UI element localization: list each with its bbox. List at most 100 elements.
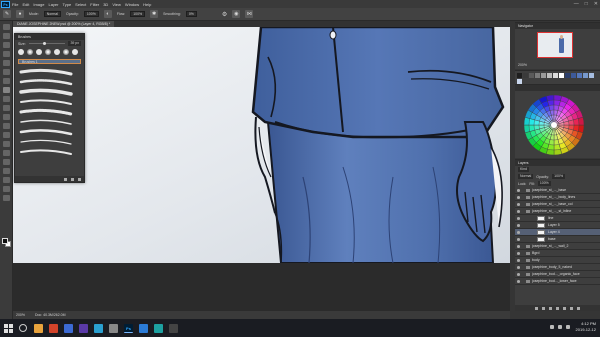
gear-icon[interactable]: ⚙ [222, 11, 227, 18]
brush-preset-hard-round[interactable] [18, 49, 24, 55]
layer-group-row[interactable]: josephine_bod..._organic_face [515, 271, 600, 278]
brush-preset-soft-round[interactable] [27, 49, 33, 55]
color-swatch[interactable] [535, 73, 540, 78]
menu-3d[interactable]: 3D [103, 2, 108, 7]
gradient-tool-icon[interactable] [3, 123, 10, 129]
visibility-eye-icon[interactable] [517, 224, 520, 227]
navigator-panel-title[interactable]: Navigator [515, 23, 600, 29]
menu-file[interactable]: File [12, 2, 18, 7]
menu-filter[interactable]: Filter [90, 2, 99, 7]
visibility-eye-icon[interactable] [517, 196, 520, 199]
link-layers-icon[interactable] [535, 306, 538, 310]
menu-help[interactable]: Help [143, 2, 151, 7]
layer-group-row[interactable]: Bgrd [515, 250, 600, 257]
blur-tool-icon[interactable] [3, 132, 10, 138]
stamp-tool-icon[interactable] [3, 96, 10, 102]
visibility-eye-icon[interactable] [517, 238, 520, 241]
layer-opacity-field[interactable]: 100% [552, 174, 566, 179]
color-swatch[interactable] [589, 73, 594, 78]
menu-window[interactable]: Window [125, 2, 139, 7]
new-group-icon[interactable] [64, 177, 67, 181]
menu-layer[interactable]: Layer [48, 2, 58, 7]
color-swatch[interactable] [583, 73, 588, 78]
eraser-tool-icon[interactable] [3, 114, 10, 120]
color-wheel-center[interactable] [551, 122, 557, 128]
color-swatch[interactable] [577, 73, 582, 78]
brush-preset-soft-round[interactable] [45, 49, 51, 55]
symmetry-icon[interactable]: ⋈ [245, 10, 254, 18]
layer-row[interactable]: line [515, 215, 600, 222]
layer-group-row[interactable]: josephine_st_..._st_inline [515, 208, 600, 215]
move-tool-icon[interactable] [3, 24, 10, 30]
file-explorer-icon[interactable] [34, 323, 43, 333]
menu-type[interactable]: Type [63, 2, 72, 7]
document-canvas[interactable] [13, 27, 510, 263]
hand-tool-icon[interactable] [3, 186, 10, 192]
layer-row[interactable]: Layer 4 [515, 229, 600, 236]
history-brush-tool-icon[interactable] [3, 105, 10, 111]
layer-style-icon[interactable] [542, 306, 545, 310]
photoshop-taskbar-icon[interactable]: Ps [124, 323, 133, 333]
menu-view[interactable]: View [112, 2, 121, 7]
brush-tool-icon[interactable] [3, 87, 10, 93]
color-swatch[interactable] [529, 73, 534, 78]
color-swatch[interactable] [559, 73, 564, 78]
layer-group-row[interactable]: josephine_body_5_naked [515, 264, 600, 271]
zoom-readout[interactable]: 200% [16, 313, 25, 317]
smoothing-field[interactable]: 0% [185, 11, 197, 17]
blend-mode-select[interactable]: Normal [518, 174, 534, 179]
visibility-eye-icon[interactable] [517, 210, 520, 213]
visibility-eye-icon[interactable] [517, 203, 520, 206]
eyedropper-tool-icon[interactable] [3, 69, 10, 75]
close-icon[interactable]: ✕ [594, 0, 598, 8]
navigator-zoom-value[interactable]: 200% [518, 63, 527, 67]
layer-group-row[interactable]: josephine_bod..._lower_face [515, 278, 600, 285]
new-brush-icon[interactable] [71, 177, 74, 181]
app-icon[interactable] [154, 323, 163, 333]
doc-size-readout[interactable]: Doc: 40.3M/262.0M [35, 313, 66, 317]
app-icon[interactable] [64, 323, 73, 333]
layer-mask-icon[interactable] [549, 306, 552, 310]
trash-icon[interactable] [78, 177, 81, 181]
app-icon[interactable] [139, 323, 148, 333]
color-swatch[interactable] [517, 73, 522, 78]
healing-tool-icon[interactable] [3, 78, 10, 84]
lasso-tool-icon[interactable] [3, 42, 10, 48]
brush-tool-icon[interactable]: ✎ [3, 10, 11, 18]
network-icon[interactable] [550, 325, 554, 329]
color-swatch[interactable] [541, 73, 546, 78]
visibility-eye-icon[interactable] [517, 231, 520, 234]
type-tool-icon[interactable] [3, 159, 10, 165]
flow-field[interactable]: 100% [130, 11, 146, 17]
mode-select[interactable]: Normal [43, 11, 62, 17]
new-group-icon[interactable] [563, 306, 566, 310]
new-layer-icon[interactable] [570, 306, 573, 310]
color-panel-title[interactable] [515, 85, 600, 91]
brush-size-slider[interactable] [28, 42, 66, 45]
brush-preset-hard-round[interactable] [36, 49, 42, 55]
brush-preset-soft-round[interactable] [63, 49, 69, 55]
brush-group-folder[interactable]: Brushes 1 [18, 59, 81, 64]
brush-preset-picker-icon[interactable]: ● [16, 10, 24, 18]
layer-fill-field[interactable]: 100% [537, 181, 551, 186]
crop-tool-icon[interactable] [3, 60, 10, 66]
layer-group-row[interactable]: josephine_st_..._wall_2 [515, 243, 600, 250]
menu-edit[interactable]: Edit [22, 2, 29, 7]
navigator-thumbnail[interactable] [537, 32, 573, 58]
layer-group-row[interactable]: josephine_st_..._base [515, 187, 600, 194]
notification-icon[interactable] [566, 325, 570, 329]
minimize-icon[interactable]: — [574, 0, 579, 8]
menu-image[interactable]: Image [33, 2, 44, 7]
opacity-field[interactable]: 100% [83, 11, 99, 17]
shape-tool-icon[interactable] [3, 177, 10, 183]
airbrush-icon[interactable]: ✱ [150, 10, 159, 18]
brush-preset-hard-round[interactable] [72, 49, 78, 55]
layer-group-row[interactable]: josephine_st_..._body_lines [515, 194, 600, 201]
visibility-eye-icon[interactable] [517, 273, 520, 276]
visibility-eye-icon[interactable] [517, 189, 520, 192]
dodge-tool-icon[interactable] [3, 141, 10, 147]
layer-group-row[interactable]: body [515, 257, 600, 264]
layer-row[interactable]: base [515, 236, 600, 243]
visibility-eye-icon[interactable] [517, 245, 520, 248]
maximize-icon[interactable]: □ [585, 0, 588, 8]
